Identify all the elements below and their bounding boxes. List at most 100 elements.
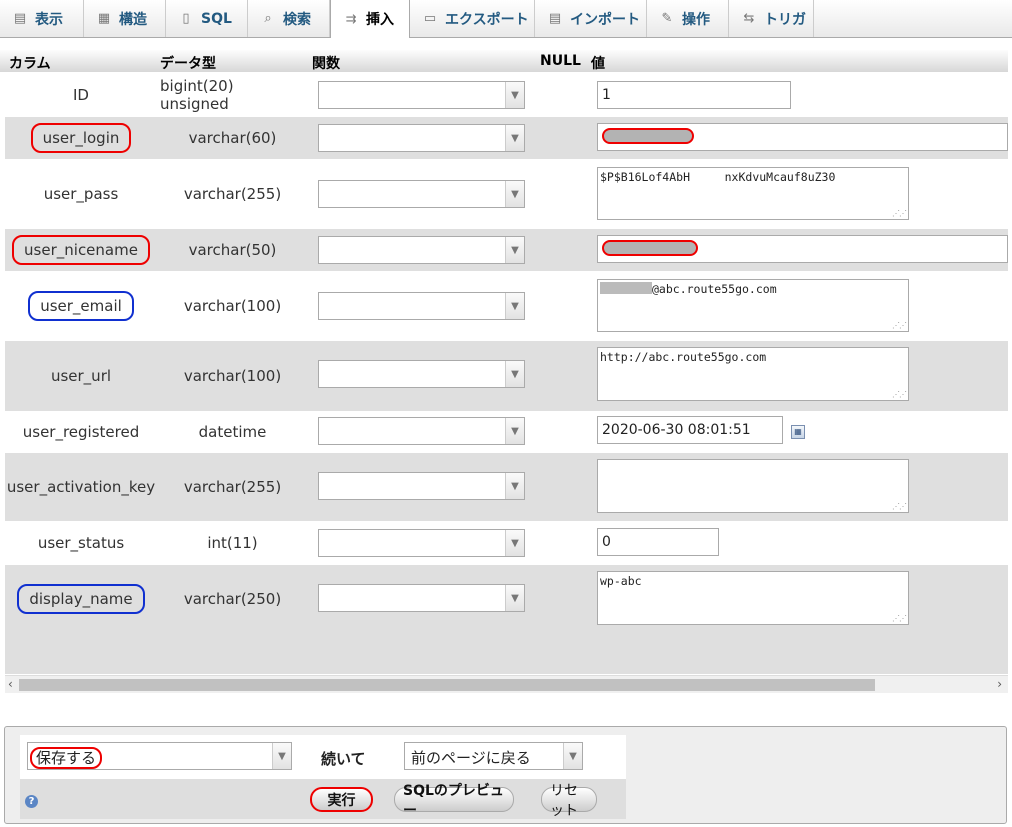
tab-label: 構造: [119, 11, 147, 28]
column-type: varchar(100): [183, 367, 282, 385]
operations-icon: ✎: [661, 11, 673, 26]
resize-grip-icon[interactable]: ⋰⋰: [892, 614, 907, 623]
table-row: ID bigint(20) unsigned ▼ 1: [5, 73, 1008, 117]
function-select[interactable]: ▼: [318, 584, 525, 612]
tab-label: SQL: [201, 10, 232, 27]
scroll-left-icon[interactable]: ‹: [8, 677, 13, 691]
function-select[interactable]: ▼: [318, 180, 525, 208]
function-select[interactable]: ▼: [318, 417, 525, 445]
redacted-value: [600, 282, 652, 294]
redacted-value: [602, 128, 694, 144]
tab-export[interactable]: ▭ エクスポート: [410, 0, 535, 37]
chevron-down-icon: ▼: [505, 473, 524, 499]
function-select[interactable]: ▼: [318, 124, 525, 152]
structure-icon: ▦: [97, 11, 111, 26]
chevron-down-icon: ▼: [505, 181, 524, 207]
value-input[interactable]: [597, 123, 1008, 151]
tab-sql[interactable]: ▯ SQL: [166, 0, 248, 37]
export-icon: ▭: [423, 11, 437, 26]
column-name: user_email: [5, 271, 157, 341]
table-row: user_activation_key varchar(255) ▼ ⋰⋰: [5, 453, 1008, 521]
search-icon: ⌕: [264, 11, 272, 26]
value-textarea[interactable]: ⋰⋰: [597, 459, 909, 513]
resize-grip-icon[interactable]: ⋰⋰: [892, 209, 907, 218]
table-row: display_name varchar(250) ▼ wp-abc ⋰⋰: [5, 565, 1008, 632]
value-textarea[interactable]: wp-abc ⋰⋰: [597, 571, 909, 625]
function-select[interactable]: ▼: [318, 529, 525, 557]
column-type: varchar(50): [188, 241, 277, 259]
value-textarea[interactable]: @abc.route55go.com ⋰⋰: [597, 279, 909, 332]
chevron-down-icon: ▼: [505, 585, 524, 611]
column-type: varchar(60): [188, 129, 277, 147]
value-textarea[interactable]: http://abc.route55go.com ⋰⋰: [597, 347, 909, 401]
tab-label: 操作: [682, 11, 710, 28]
grid-header: カラム データ型 関数 NULL 値: [0, 50, 1008, 72]
value-input[interactable]: [597, 235, 1008, 263]
header-column: カラム: [9, 56, 51, 72]
column-type: varchar(100): [183, 297, 282, 315]
column-type: int(11): [207, 534, 258, 552]
function-select[interactable]: ▼: [318, 472, 525, 500]
chevron-down-icon: ▼: [505, 237, 524, 263]
help-icon[interactable]: ?: [25, 795, 38, 808]
resize-grip-icon[interactable]: ⋰⋰: [892, 321, 907, 330]
function-select[interactable]: ▼: [318, 292, 525, 320]
header-value: 値: [591, 56, 605, 72]
sql-preview-button[interactable]: SQLのプレビュー: [394, 783, 514, 819]
value-input[interactable]: 2020-06-30 08:01:51: [597, 416, 783, 444]
resize-grip-icon[interactable]: ⋰⋰: [892, 390, 907, 399]
sql-icon: ▯: [182, 11, 190, 26]
column-name: user_nicename: [5, 229, 157, 271]
header-function: 関数: [312, 56, 340, 72]
column-type: varchar(255): [183, 478, 282, 496]
tab-triggers[interactable]: ⇆ トリガ: [729, 0, 814, 37]
tab-bar: ▤ 表示 ▦ 構造 ▯ SQL ⌕ 検索 ⇉ 挿入 ▭ エクスポート ▤ インポ…: [0, 0, 1012, 38]
tab-operations[interactable]: ✎ 操作: [647, 0, 729, 37]
tab-import[interactable]: ▤ インポート: [535, 0, 647, 37]
column-name: user_url: [50, 367, 112, 385]
action-panel: 保存する ▼ 続いて 前のページに戻る ▼ ? 実行 SQLのプレビュー リセッ…: [4, 726, 1007, 824]
import-icon: ▤: [548, 11, 562, 26]
function-select[interactable]: ▼: [318, 81, 525, 109]
after-insert-select[interactable]: 前のページに戻る ▼: [404, 742, 583, 770]
table-row: user_nicename varchar(50) ▼: [5, 229, 1008, 271]
tab-structure[interactable]: ▦ 構造: [84, 0, 166, 37]
tab-browse[interactable]: ▤ 表示: [0, 0, 84, 37]
chevron-down-icon: ▼: [272, 743, 291, 769]
tab-label: インポート: [570, 11, 640, 28]
function-select[interactable]: ▼: [318, 236, 525, 264]
resize-grip-icon[interactable]: ⋰⋰: [892, 502, 907, 511]
tab-label: エクスポート: [445, 11, 529, 28]
chevron-down-icon: ▼: [505, 530, 524, 556]
horizontal-scrollbar[interactable]: ‹ ›: [5, 675, 1008, 693]
column-type: varchar(250): [183, 589, 282, 608]
table-row: user_registered datetime ▼ 2020-06-30 08…: [5, 411, 1008, 453]
value-input[interactable]: 0: [597, 528, 719, 556]
tab-search[interactable]: ⌕ 検索: [248, 0, 330, 37]
table-row: user_url varchar(100) ▼ http://abc.route…: [5, 341, 1008, 411]
reset-button[interactable]: リセット: [541, 783, 597, 819]
scroll-right-icon[interactable]: ›: [997, 677, 1002, 691]
function-select[interactable]: ▼: [318, 360, 525, 388]
value-input[interactable]: 1: [597, 81, 791, 109]
column-type: bigint(20) unsigned: [160, 77, 234, 113]
calendar-icon[interactable]: ▦: [791, 425, 805, 439]
table-row: user_pass varchar(255) ▼ $P$B16Lof4AbH n…: [5, 159, 1008, 229]
table-row: user_login varchar(60) ▼: [5, 117, 1008, 159]
column-name: user_status: [37, 534, 125, 552]
save-mode-select[interactable]: 保存する ▼: [27, 742, 292, 770]
insert-icon: ⇉: [345, 11, 357, 27]
value-textarea[interactable]: $P$B16Lof4AbH nxKdvuMcauf8uZ30 ⋰⋰: [597, 167, 909, 220]
grid-footer-strip: [5, 632, 1008, 674]
chevron-down-icon: ▼: [505, 125, 524, 151]
chevron-down-icon: ▼: [563, 743, 582, 769]
column-name: user_registered: [22, 423, 140, 441]
chevron-down-icon: ▼: [505, 418, 524, 444]
column-name: display_name: [5, 565, 157, 632]
tab-insert[interactable]: ⇉ 挿入: [330, 0, 410, 38]
column-name: user_activation_key: [6, 478, 156, 496]
scrollbar-thumb[interactable]: [19, 679, 875, 691]
tab-label: トリガ: [764, 11, 806, 28]
go-button[interactable]: 実行: [310, 787, 373, 812]
tab-label: 検索: [283, 11, 311, 28]
